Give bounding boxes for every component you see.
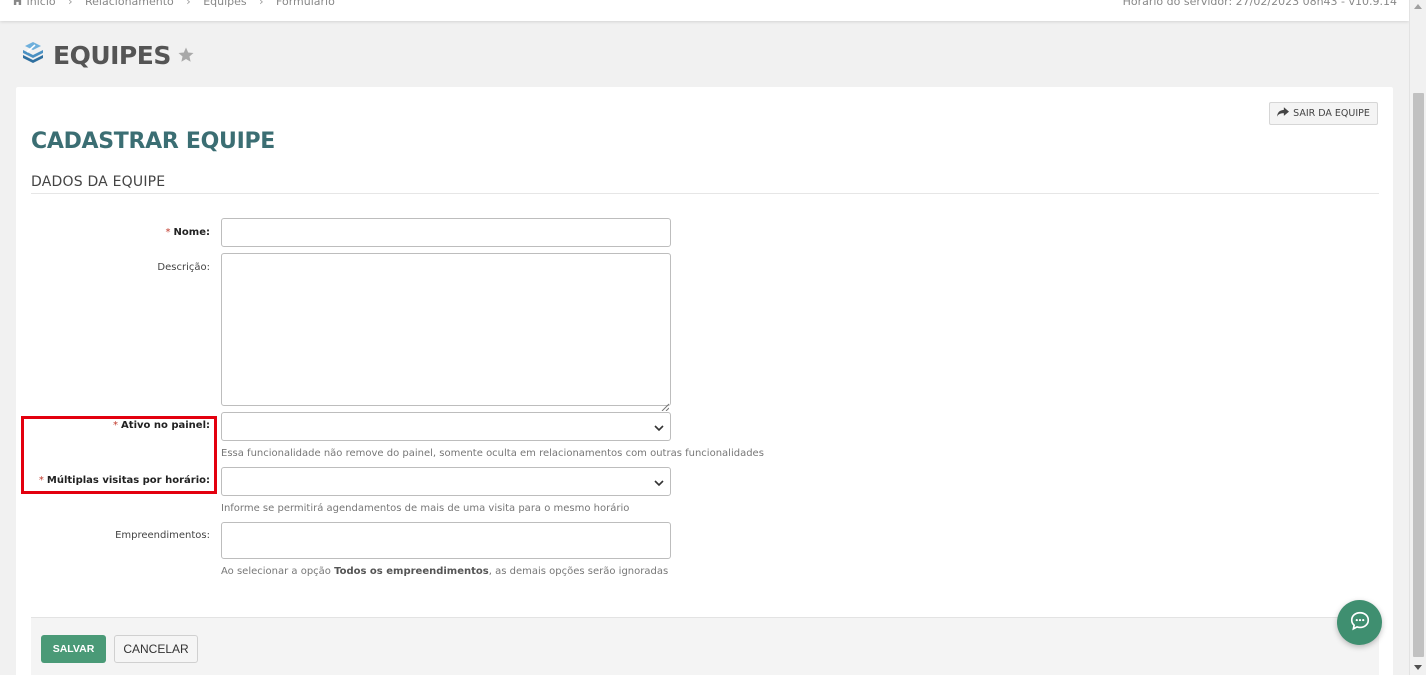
empreendimentos-help: Ao selecionar a opção Todos os empreendi… bbox=[221, 566, 668, 577]
nome-label-text: Nome: bbox=[173, 227, 210, 238]
descricao-label: Descrição: bbox=[157, 262, 210, 273]
team-stack-icon bbox=[21, 41, 45, 69]
chat-bubble-icon bbox=[1349, 610, 1371, 636]
multiplas-label-text: Múltiplas visitas por horário: bbox=[46, 475, 210, 486]
required-mark: * bbox=[165, 227, 171, 238]
scroll-down-arrow[interactable] bbox=[1414, 665, 1422, 670]
home-icon[interactable] bbox=[12, 0, 23, 8]
nome-label: * Nome: bbox=[166, 227, 210, 238]
form-actions bbox=[31, 618, 1379, 675]
multiplas-help: Informe se permitirá agendamentos de mai… bbox=[221, 503, 630, 514]
empreendimentos-label: Empreendimentos: bbox=[115, 530, 210, 541]
required-mark: * bbox=[38, 475, 44, 486]
resize-handle[interactable] bbox=[661, 396, 670, 412]
section-divider bbox=[31, 193, 1379, 194]
scroll-thumb[interactable] bbox=[1413, 93, 1424, 657]
share-arrow-icon bbox=[1277, 107, 1290, 120]
chevron-right-icon: › bbox=[259, 0, 264, 8]
vertical-scrollbar[interactable] bbox=[1409, 0, 1426, 675]
ativo-label-text: Ativo no painel: bbox=[121, 420, 210, 431]
breadcrumb-item-formulario: Formulário bbox=[276, 0, 335, 8]
breadcrumb-item-inicio[interactable]: Início bbox=[27, 0, 56, 8]
multiplas-label: * Múltiplas visitas por horário: bbox=[39, 475, 210, 486]
nome-input[interactable] bbox=[221, 218, 671, 247]
server-time: Horário do servidor: 27/02/2023 08h43 - … bbox=[1122, 0, 1397, 8]
star-icon[interactable] bbox=[177, 46, 195, 64]
scroll-up-arrow[interactable] bbox=[1414, 4, 1422, 9]
chevron-down-icon bbox=[654, 417, 664, 436]
help-text: , as demais opções serão ignoradas bbox=[488, 566, 669, 577]
form-card: SAIR DA EQUIPE CADASTRAR EQUIPE DADOS DA… bbox=[16, 87, 1393, 675]
empreendimentos-multiselect[interactable] bbox=[221, 522, 671, 559]
top-bar: Início › Relacionamento › Equipes › Form… bbox=[0, 0, 1409, 21]
save-button[interactable]: SALVAR bbox=[41, 635, 106, 663]
breadcrumb-item-equipes[interactable]: Equipes bbox=[203, 0, 246, 8]
descricao-textarea[interactable] bbox=[221, 253, 671, 412]
cancel-button[interactable]: CANCELAR bbox=[114, 635, 198, 663]
section-title: DADOS DA EQUIPE bbox=[31, 174, 166, 190]
chevron-right-icon: › bbox=[68, 0, 73, 8]
exit-team-label: SAIR DA EQUIPE bbox=[1293, 108, 1370, 119]
exit-team-button[interactable]: SAIR DA EQUIPE bbox=[1269, 102, 1378, 125]
help-text-bold: Todos os empreendimentos bbox=[334, 566, 489, 577]
chevron-right-icon: › bbox=[186, 0, 191, 8]
multiplas-select[interactable] bbox=[221, 467, 671, 496]
required-mark: * bbox=[113, 420, 119, 431]
breadcrumb: Início › Relacionamento › Equipes › Form… bbox=[12, 0, 335, 8]
chevron-down-icon bbox=[654, 472, 664, 491]
ativo-label: * Ativo no painel: bbox=[113, 420, 210, 431]
help-text: Ao selecionar a opção bbox=[221, 566, 335, 577]
page-header: EQUIPES bbox=[21, 40, 195, 70]
breadcrumb-item-relacionamento[interactable]: Relacionamento bbox=[85, 0, 174, 8]
chat-button[interactable] bbox=[1337, 600, 1382, 645]
ativo-select[interactable] bbox=[221, 412, 671, 441]
form-title: CADASTRAR EQUIPE bbox=[31, 129, 276, 154]
ativo-help: Essa funcionalidade não remove do painel… bbox=[221, 448, 764, 459]
page-title: EQUIPES bbox=[53, 40, 171, 70]
